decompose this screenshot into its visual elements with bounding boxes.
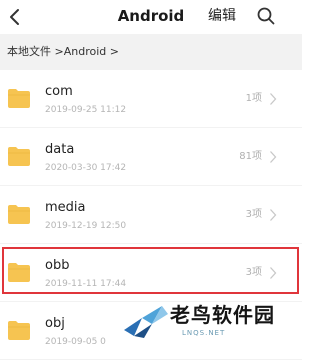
back-button[interactable] [4,7,24,27]
watermark: 老鸟软件园 LNQS.NET [122,296,300,348]
folder-date: 2019-09-05 0 [45,337,106,347]
folder-date: 2019-12-19 12:50 [45,221,127,231]
folder-count: 3项 [245,267,262,278]
watermark-subtext: LNQS.NET [182,329,226,337]
folder-count: 81项 [239,151,262,162]
folder-date: 2020-03-30 17:42 [45,163,127,173]
search-icon [257,7,275,25]
folder-row[interactable]: data 2020-03-30 17:42 81项 [0,128,302,186]
folder-icon [8,89,30,108]
chevron-right-icon [270,151,277,163]
folder-icon [8,263,30,282]
chevron-right-icon [270,209,277,221]
folder-icon [8,147,30,166]
search-button[interactable] [255,5,277,27]
folder-name: media [45,200,86,215]
chevron-right-icon [270,267,277,279]
folder-name: data [45,142,75,157]
folder-name: com [45,84,73,99]
app-header: Android 编辑 [0,0,302,34]
folder-name: obj [45,316,65,331]
watermark-text: 老鸟软件园 [170,303,275,327]
folder-icon [8,205,30,224]
edit-button[interactable]: 编辑 [208,6,236,26]
folder-date: 2019-09-25 11:12 [45,105,127,115]
folder-date: 2019-11-11 17:44 [45,279,127,289]
folder-count: 3项 [245,209,262,220]
folder-icon [8,321,30,340]
folder-row[interactable]: obb 2019-11-11 17:44 3项 [0,244,302,302]
chevron-right-icon [270,93,277,105]
chevron-left-icon [10,9,19,25]
folder-row[interactable]: com 2019-09-25 11:12 1项 [0,70,302,128]
folder-name: obb [45,258,70,273]
folder-count: 1项 [245,93,262,104]
breadcrumb[interactable]: 本地文件 >Android > [0,34,302,70]
bird-logo-icon [124,306,168,338]
folder-row[interactable]: media 2019-12-19 12:50 3项 [0,186,302,244]
